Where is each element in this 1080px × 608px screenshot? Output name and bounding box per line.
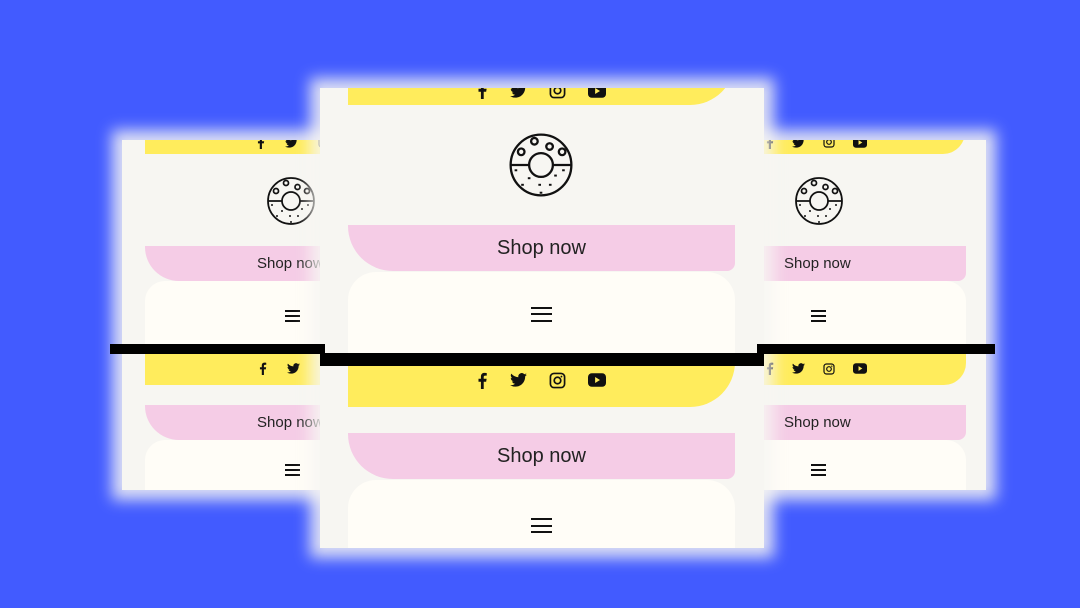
mockup-center: Shop now Shop now <box>320 88 764 548</box>
shop-now-button[interactable]: Shop now <box>760 246 966 281</box>
youtube-icon[interactable] <box>853 363 867 374</box>
shop-now-label: Shop now <box>784 255 851 272</box>
youtube-icon[interactable] <box>588 373 606 387</box>
twitter-icon[interactable] <box>510 373 527 387</box>
donut-logo-icon[interactable] <box>794 176 844 226</box>
twitter-icon[interactable] <box>285 140 298 148</box>
hamburger-menu-icon[interactable] <box>531 518 552 533</box>
youtube-icon[interactable] <box>853 140 867 148</box>
twitter-icon[interactable] <box>287 363 300 374</box>
hamburger-menu-icon[interactable] <box>285 464 300 476</box>
instagram-icon[interactable] <box>549 88 566 99</box>
instagram-icon[interactable] <box>823 140 835 148</box>
twitter-icon[interactable] <box>792 140 805 148</box>
divider-band-center <box>320 353 764 366</box>
instagram-icon[interactable] <box>823 362 835 375</box>
menu-card <box>760 281 966 351</box>
twitter-icon[interactable] <box>510 88 527 98</box>
facebook-icon[interactable] <box>477 88 488 99</box>
menu-card <box>348 272 735 356</box>
menu-card <box>760 440 966 490</box>
shop-now-button[interactable]: Shop now <box>348 225 735 271</box>
menu-card <box>145 440 322 490</box>
menu-card <box>348 480 735 548</box>
shop-now-button[interactable]: Shop now <box>348 433 735 479</box>
hamburger-menu-icon[interactable] <box>811 464 826 476</box>
hamburger-menu-icon[interactable] <box>531 306 552 322</box>
social-bar <box>760 352 966 385</box>
facebook-icon[interactable] <box>259 362 267 375</box>
mockup-right: Shop now Shop now <box>760 140 986 490</box>
donut-logo-icon[interactable] <box>266 176 316 226</box>
shop-now-button[interactable]: Shop now <box>145 405 322 440</box>
shop-now-label: Shop now <box>257 414 322 431</box>
shop-now-button[interactable]: Shop now <box>145 246 322 281</box>
menu-card <box>145 281 322 351</box>
facebook-icon[interactable] <box>766 362 774 375</box>
divider-band-right <box>757 344 995 354</box>
social-bar <box>145 352 322 385</box>
donut-logo-icon[interactable] <box>508 132 574 198</box>
youtube-icon[interactable] <box>588 88 606 98</box>
shop-now-label: Shop now <box>497 236 586 259</box>
social-bar <box>348 88 735 105</box>
shop-now-label: Shop now <box>257 255 322 272</box>
facebook-icon[interactable] <box>257 140 265 149</box>
shop-now-label: Shop now <box>784 414 851 431</box>
twitter-icon[interactable] <box>792 363 805 374</box>
social-bar <box>145 140 322 154</box>
instagram-icon[interactable] <box>549 372 566 389</box>
hamburger-menu-icon[interactable] <box>811 310 826 322</box>
social-bar <box>760 140 965 154</box>
facebook-icon[interactable] <box>766 140 774 149</box>
shop-now-label: Shop now <box>497 444 586 467</box>
facebook-icon[interactable] <box>477 372 488 389</box>
divider-band-left <box>110 344 325 354</box>
hamburger-menu-icon[interactable] <box>285 310 300 322</box>
mockup-left: Shop now Shop now <box>122 140 322 490</box>
shop-now-button[interactable]: Shop now <box>760 405 966 440</box>
